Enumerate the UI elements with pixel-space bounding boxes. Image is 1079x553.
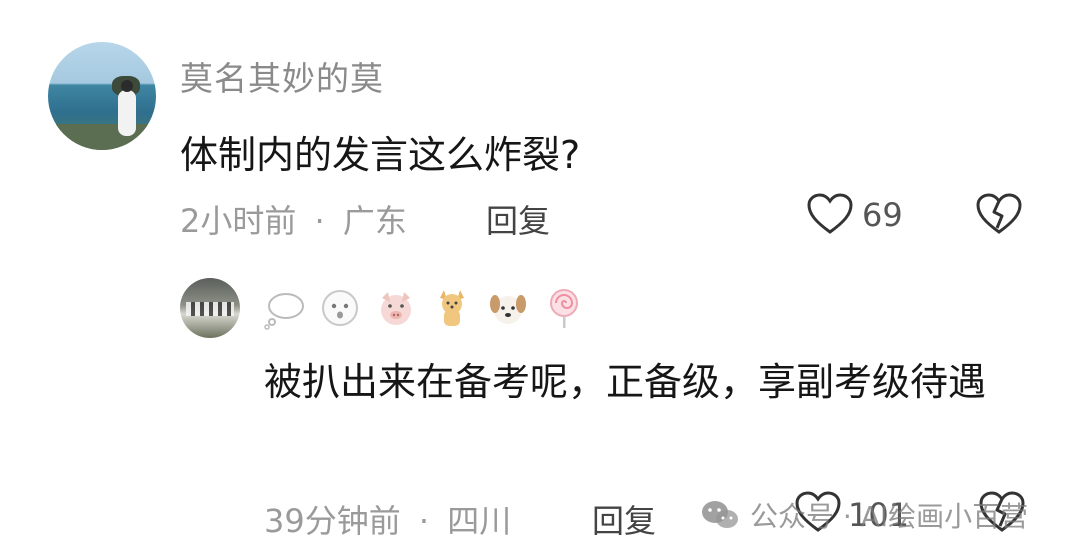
comment-text: 体制内的发言这么炸裂? [180,133,581,177]
watermark: 公众号 · AI绘画小百营 [700,495,1028,535]
meta-separator: · [418,502,430,540]
dog-icon [440,290,464,326]
reply-username[interactable] [262,284,586,332]
comment-meta: 2小时前 · 广东 [180,196,407,242]
reply-time: 39分钟前 [264,502,401,540]
reply-button[interactable]: 回复 [486,196,550,242]
dog-face-icon [490,295,526,324]
like-count: 69 [862,196,903,234]
reply-text: 被扒出来在备考呢，正备级，享副考级待遇 [264,360,987,404]
reply-avatar[interactable] [180,278,240,338]
thought-bubble-icon [264,293,304,330]
meta-separator: · [314,202,325,240]
avatar[interactable] [48,42,156,150]
comment-time: 2小时前 [180,202,297,240]
comment-username[interactable]: 莫名其妙的莫 [180,52,384,100]
comment-location: 广东 [342,202,407,240]
pig-face-icon [381,292,411,325]
wechat-icon [702,501,738,528]
reply-button[interactable]: 回复 [592,496,656,542]
heart-icon[interactable] [806,192,854,236]
reply-location: 四川 [447,502,512,540]
broken-heart-icon[interactable] [975,192,1023,236]
ghost-icon [322,290,358,326]
watermark-text: 公众号 · AI绘画小百营 [750,500,1029,533]
reply-meta: 39分钟前 · 四川 [264,496,511,542]
lollipop-icon [550,289,578,328]
